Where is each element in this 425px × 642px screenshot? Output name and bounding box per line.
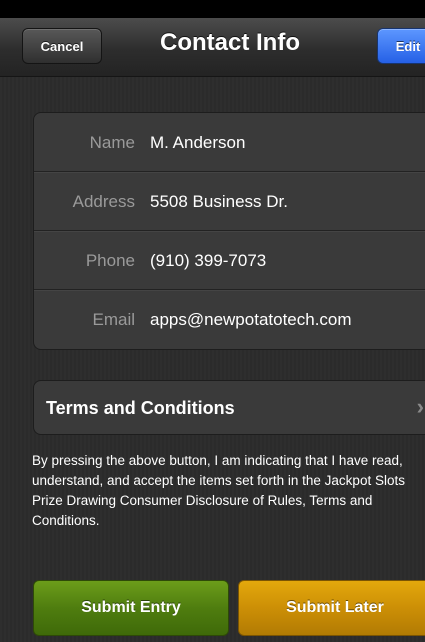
contact-value: (910) 399-7073 [150, 251, 267, 270]
contact-label: Name [89, 133, 135, 152]
submit-entry-button[interactable]: Submit Entry [33, 580, 229, 636]
contact-label: Phone [85, 251, 135, 270]
contact-info-group: Name M. Anderson Address 5508 Business D… [33, 112, 425, 350]
submit-later-button[interactable]: Submit Later [238, 580, 425, 636]
disclaimer-text: By pressing the above button, I am indic… [32, 453, 405, 528]
contact-value: apps@newpotatotech.com [150, 310, 352, 329]
edit-button[interactable]: Edit [377, 28, 425, 64]
chevron-right-icon: › [416, 394, 424, 419]
navigation-bar: Cancel Contact Info Edit [0, 18, 425, 77]
device-top-bezel [0, 0, 425, 18]
contact-value: M. Anderson [150, 133, 246, 152]
terms-label: Terms and Conditions [46, 398, 235, 418]
contact-row-phone[interactable]: Phone (910) 399-7073 [34, 231, 425, 290]
terms-and-conditions-row[interactable]: Terms and Conditions › [33, 380, 425, 435]
contact-info-screen: Cancel Contact Info Edit Name M. Anderso… [0, 0, 425, 642]
contact-label: Email [92, 310, 135, 329]
cancel-button[interactable]: Cancel [22, 28, 102, 64]
page-title: Contact Info [160, 29, 300, 56]
contact-row-address[interactable]: Address 5508 Business Dr. [34, 172, 425, 231]
contact-row-email[interactable]: Email apps@newpotatotech.com [34, 290, 425, 348]
contact-value: 5508 Business Dr. [150, 192, 288, 211]
contact-label: Address [72, 192, 135, 211]
contact-row-name[interactable]: Name M. Anderson [34, 113, 425, 172]
